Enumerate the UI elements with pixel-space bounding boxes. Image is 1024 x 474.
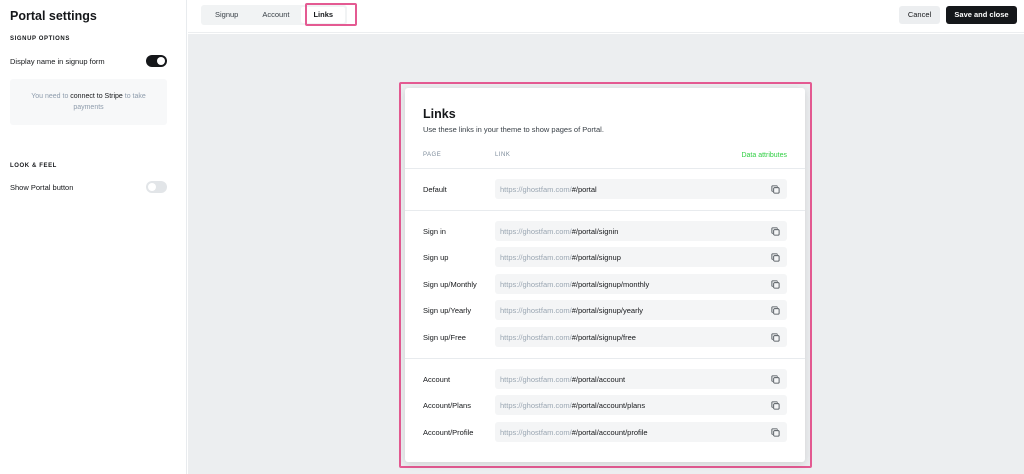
show-portal-setting: Show Portal button xyxy=(10,181,167,193)
link-path: #/portal xyxy=(571,184,597,194)
link-row-label: Sign up/Yearly xyxy=(423,305,472,315)
link-base-url: https://ghostfam.com/ xyxy=(500,184,572,194)
divider xyxy=(405,358,805,359)
link-path: #/portal/account/plans xyxy=(571,400,646,410)
signup-options-heading: SIGNUP OPTIONS xyxy=(10,36,70,42)
copy-icon[interactable] xyxy=(771,306,780,315)
link-path: #/portal/account/profile xyxy=(571,427,648,437)
link-url-field[interactable]: https://ghostfam.com/#/portal/signin xyxy=(495,221,787,241)
links-panel: Links Use these links in your theme to s… xyxy=(405,88,805,462)
link-row-label: Default xyxy=(423,184,447,194)
panel-title: Links xyxy=(423,107,456,121)
copy-icon[interactable] xyxy=(771,333,780,342)
copy-icon[interactable] xyxy=(771,185,780,194)
link-url-field[interactable]: https://ghostfam.com/#/portal/signup/yea… xyxy=(495,300,787,320)
link-path: #/portal/signup/yearly xyxy=(571,305,643,315)
link-row-label: Account xyxy=(423,374,451,384)
link-row-label: Sign up/Free xyxy=(423,332,466,342)
link-url-field[interactable]: https://ghostfam.com/#/portal xyxy=(495,179,787,199)
copy-icon[interactable] xyxy=(771,428,780,437)
tab-account[interactable]: Account xyxy=(250,7,301,23)
link-base-url: https://ghostfam.com/ xyxy=(500,279,572,289)
link-row: Sign up https://ghostfam.com/#/portal/sig… xyxy=(423,247,787,267)
link-url-field[interactable]: https://ghostfam.com/#/portal/account/pr… xyxy=(495,422,787,442)
copy-icon[interactable] xyxy=(771,253,780,262)
link-base-url: https://ghostfam.com/ xyxy=(500,226,572,236)
link-base-url: https://ghostfam.com/ xyxy=(500,400,572,410)
link-url-field[interactable]: https://ghostfam.com/#/portal/signup/fre… xyxy=(495,327,787,347)
link-row: Sign in https://ghostfam.com/#/portal/sig… xyxy=(423,221,787,241)
show-portal-toggle[interactable] xyxy=(146,181,167,193)
link-base-url: https://ghostfam.com/ xyxy=(500,252,572,262)
show-portal-label: Show Portal button xyxy=(10,182,74,192)
data-attributes-link[interactable]: Data attributes xyxy=(741,152,787,159)
link-base-url: https://ghostfam.com/ xyxy=(500,332,572,342)
links-tab-highlight xyxy=(305,3,357,26)
link-base-url: https://ghostfam.com/ xyxy=(500,427,572,437)
link-row: Account https://ghostfam.com/#/portal/acc… xyxy=(423,369,787,389)
link-row: Sign up/Yearly https://ghostfam.com/#/por… xyxy=(423,300,787,320)
link-row-label: Account/Plans xyxy=(423,400,471,410)
link-row: Default https://ghostfam.com/#/portal xyxy=(423,179,787,199)
link-base-url: https://ghostfam.com/ xyxy=(500,374,572,384)
link-row: Account/Profile https://ghostfam.com/#/po… xyxy=(423,422,787,442)
link-path: #/portal/signin xyxy=(571,226,619,236)
link-url-field[interactable]: https://ghostfam.com/#/portal/signup xyxy=(495,247,787,267)
tab-signup[interactable]: Signup xyxy=(203,7,250,23)
toggle-knob xyxy=(148,183,156,191)
link-row-label: Sign in xyxy=(423,226,446,236)
display-name-setting: Display name in signup form xyxy=(10,55,167,67)
link-path: #/portal/signup/monthly xyxy=(571,279,650,289)
link-url-field[interactable]: https://ghostfam.com/#/portal/account xyxy=(495,369,787,389)
link-path: #/portal/signup xyxy=(571,252,621,262)
panel-description: Use these links in your theme to show pa… xyxy=(423,125,604,134)
link-url-field[interactable]: https://ghostfam.com/#/portal/signup/mon… xyxy=(495,274,787,294)
settings-sidebar: Portal settings SIGNUP OPTIONS Display n… xyxy=(0,0,187,474)
link-row: Account/Plans https://ghostfam.com/#/port… xyxy=(423,395,787,415)
link-path: #/portal/signup/free xyxy=(571,332,636,342)
connect-stripe-link[interactable]: connect to Stripe xyxy=(70,93,123,100)
copy-icon[interactable] xyxy=(771,280,780,289)
sidebar-title: Portal settings xyxy=(10,9,97,23)
look-and-feel-heading: LOOK & FEEL xyxy=(10,163,57,169)
display-name-toggle[interactable] xyxy=(146,55,167,67)
link-row-label: Sign up xyxy=(423,252,449,262)
toggle-knob xyxy=(157,57,165,65)
link-row-label: Account/Profile xyxy=(423,427,474,437)
stripe-notice-text: You need to xyxy=(31,93,71,100)
link-url-field[interactable]: https://ghostfam.com/#/portal/account/pl… xyxy=(495,395,787,415)
display-name-label: Display name in signup form xyxy=(10,56,105,66)
copy-icon[interactable] xyxy=(771,375,780,384)
link-row: Sign up/Free https://ghostfam.com/#/porta… xyxy=(423,327,787,347)
cancel-button[interactable]: Cancel xyxy=(899,6,940,24)
link-row-label: Sign up/Monthly xyxy=(423,279,477,289)
link-base-url: https://ghostfam.com/ xyxy=(500,305,572,315)
divider xyxy=(405,168,805,169)
link-path: #/portal/account xyxy=(571,374,626,384)
stripe-notice: You need to connect to Stripe to take pa… xyxy=(10,79,167,125)
copy-icon[interactable] xyxy=(771,227,780,236)
copy-icon[interactable] xyxy=(771,401,780,410)
save-and-close-button[interactable]: Save and close xyxy=(946,6,1017,24)
column-header-link: LINK xyxy=(495,152,511,158)
link-row: Sign up/Monthly https://ghostfam.com/#/po… xyxy=(423,274,787,294)
column-header-page: PAGE xyxy=(423,152,442,158)
divider xyxy=(405,210,805,211)
